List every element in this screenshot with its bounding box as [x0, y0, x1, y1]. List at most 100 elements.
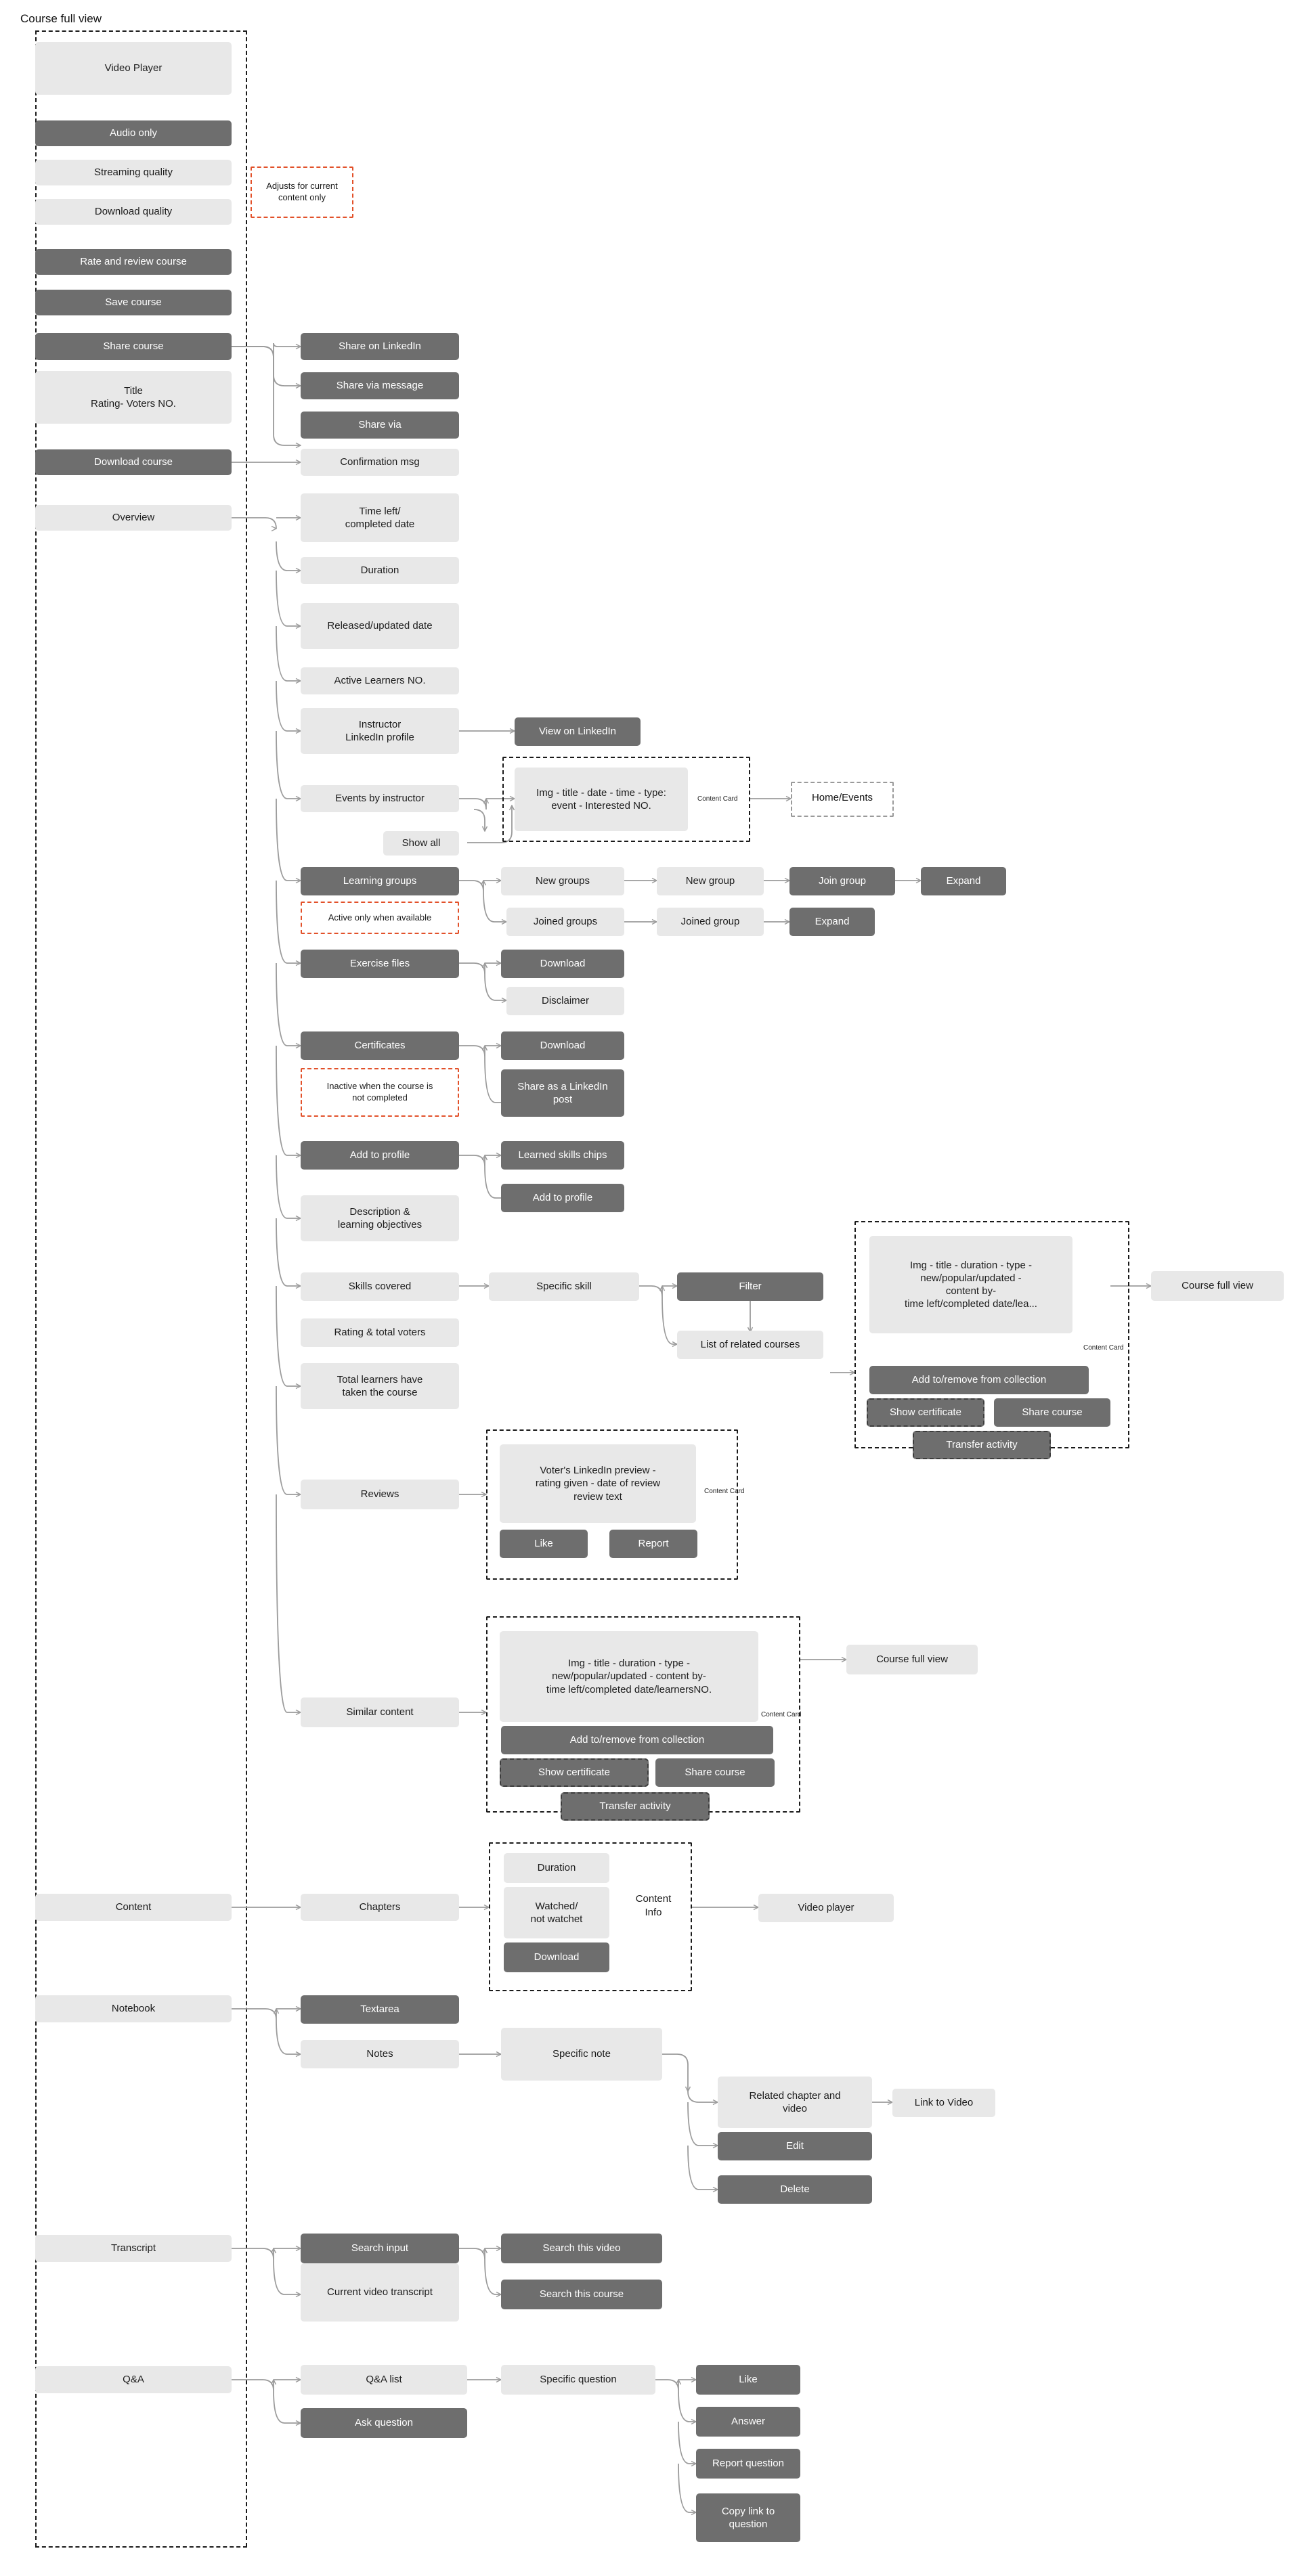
- note-adjusts-for-current-content: Adjusts for current content only: [251, 166, 353, 218]
- node-join-group[interactable]: Join group: [789, 867, 895, 895]
- node-new-groups[interactable]: New groups: [501, 867, 624, 895]
- node-active-learners-no: Active Learners NO.: [301, 667, 459, 694]
- similar-card-label: Content Card: [761, 1711, 802, 1718]
- node-textarea[interactable]: Textarea: [301, 1995, 459, 2024]
- node-add-remove-collection-b[interactable]: Add to/remove from collection: [501, 1726, 773, 1754]
- node-certificate-download[interactable]: Download: [501, 1031, 624, 1060]
- node-expand-joined-group[interactable]: Expand: [789, 908, 875, 936]
- node-download-quality[interactable]: Download quality: [35, 199, 232, 225]
- node-duration: Duration: [301, 557, 459, 584]
- node-rate-and-review-course[interactable]: Rate and review course: [35, 249, 232, 275]
- node-report-question[interactable]: Report question: [696, 2449, 800, 2479]
- page-title: Course full view: [20, 12, 102, 25]
- review-card-body: Voter's LinkedIn preview - rating given …: [500, 1444, 696, 1523]
- course-card-a-label: Content Card: [1083, 1344, 1124, 1352]
- node-qa-list[interactable]: Q&A list: [301, 2365, 467, 2395]
- node-audio-only[interactable]: Audio only: [35, 120, 232, 146]
- node-add-to-profile-action[interactable]: Add to profile: [501, 1184, 624, 1212]
- node-share-course-a[interactable]: Share course: [994, 1398, 1110, 1427]
- node-save-course[interactable]: Save course: [35, 290, 232, 315]
- node-question-like[interactable]: Like: [696, 2365, 800, 2395]
- node-show-all[interactable]: Show all: [383, 831, 459, 856]
- similar-card-body: Img - title - duration - type - new/popu…: [500, 1631, 758, 1722]
- node-confirmation-msg: Confirmation msg: [301, 449, 459, 476]
- node-learned-skills-chips[interactable]: Learned skills chips: [501, 1141, 624, 1170]
- node-description-learning-objectives: Description & learning objectives: [301, 1195, 459, 1241]
- node-reviews[interactable]: Reviews: [301, 1480, 459, 1509]
- node-new-group[interactable]: New group: [657, 867, 764, 895]
- node-similar-content[interactable]: Similar content: [301, 1697, 459, 1727]
- node-search-this-video[interactable]: Search this video: [501, 2234, 662, 2263]
- node-rating-total-voters: Rating & total voters: [301, 1318, 459, 1347]
- node-search-this-course[interactable]: Search this course: [501, 2280, 662, 2309]
- node-copy-link-to-question[interactable]: Copy link to question: [696, 2493, 800, 2542]
- node-current-video-transcript: Current video transcript: [301, 2263, 459, 2322]
- node-events-by-instructor[interactable]: Events by instructor: [301, 785, 459, 812]
- event-card-body: Img - title - date - time - type: event …: [515, 768, 688, 831]
- node-link-to-video[interactable]: Link to Video: [892, 2089, 995, 2117]
- node-specific-skill[interactable]: Specific skill: [489, 1272, 639, 1301]
- node-share-via-message[interactable]: Share via message: [301, 372, 459, 399]
- node-home-events[interactable]: Home/Events: [800, 792, 884, 803]
- node-note-edit[interactable]: Edit: [718, 2132, 872, 2160]
- node-review-report[interactable]: Report: [609, 1530, 697, 1558]
- node-instructor-linkedin-profile[interactable]: Instructor LinkedIn profile: [301, 708, 459, 754]
- node-specific-note[interactable]: Specific note: [501, 2028, 662, 2081]
- node-transcript[interactable]: Transcript: [35, 2235, 232, 2262]
- node-overview[interactable]: Overview: [35, 505, 232, 531]
- node-learning-groups[interactable]: Learning groups: [301, 867, 459, 895]
- node-download-course[interactable]: Download course: [35, 449, 232, 475]
- node-joined-group[interactable]: Joined group: [657, 908, 764, 936]
- content-card-label: Content Card: [697, 795, 738, 803]
- course-card-a-body: Img - title - duration - type - new/popu…: [869, 1236, 1072, 1333]
- note-active-only-when-available: Active only when available: [301, 902, 459, 934]
- node-time-left-completed-date: Time left/ completed date: [301, 493, 459, 542]
- node-released-updated-date: Released/updated date: [301, 603, 459, 649]
- node-share-on-linkedin[interactable]: Share on LinkedIn: [301, 333, 459, 360]
- node-share-via[interactable]: Share via: [301, 412, 459, 439]
- review-card-label: Content Card: [704, 1488, 745, 1495]
- node-chapter-download[interactable]: Download: [504, 1942, 609, 1972]
- node-qa[interactable]: Q&A: [35, 2366, 232, 2393]
- node-chapters[interactable]: Chapters: [301, 1894, 459, 1921]
- node-view-on-linkedin[interactable]: View on LinkedIn: [515, 717, 641, 746]
- node-notebook[interactable]: Notebook: [35, 1995, 232, 2022]
- node-transfer-activity-b[interactable]: Transfer activity: [561, 1792, 710, 1821]
- diagram-canvas: Course full view Video Player Audio only…: [0, 0, 1300, 2576]
- node-exercise-download[interactable]: Download: [501, 950, 624, 978]
- node-specific-question[interactable]: Specific question: [501, 2365, 655, 2395]
- node-add-remove-collection-a[interactable]: Add to/remove from collection: [869, 1366, 1089, 1394]
- node-share-as-linkedin-post[interactable]: Share as a LinkedIn post: [501, 1069, 624, 1117]
- node-video-player[interactable]: Video Player: [35, 42, 232, 95]
- node-course-full-view-a[interactable]: Course full view: [1151, 1271, 1284, 1301]
- node-watched-not-watched: Watched/ not watchet: [504, 1887, 609, 1938]
- node-add-to-profile[interactable]: Add to profile: [301, 1141, 459, 1170]
- node-share-course[interactable]: Share course: [35, 333, 232, 360]
- node-show-certificate-a[interactable]: Show certificate: [867, 1398, 984, 1427]
- node-show-certificate-b[interactable]: Show certificate: [500, 1758, 649, 1787]
- note-inactive-when-not-completed: Inactive when the course is not complete…: [301, 1068, 459, 1117]
- node-ask-question[interactable]: Ask question: [301, 2408, 467, 2438]
- node-course-full-view-b[interactable]: Course full view: [846, 1645, 978, 1674]
- node-joined-groups[interactable]: Joined groups: [506, 908, 624, 936]
- node-filter[interactable]: Filter: [677, 1272, 823, 1301]
- container-frame-bottom-edge: [35, 2546, 247, 2548]
- node-disclaimer: Disclaimer: [506, 987, 624, 1015]
- node-related-chapter-and-video[interactable]: Related chapter and video: [718, 2077, 872, 2128]
- node-video-player-target[interactable]: Video player: [758, 1894, 894, 1922]
- node-review-like[interactable]: Like: [500, 1530, 588, 1558]
- node-content[interactable]: Content: [35, 1894, 232, 1921]
- node-note-delete[interactable]: Delete: [718, 2175, 872, 2204]
- node-expand-new-group[interactable]: Expand: [921, 867, 1006, 895]
- node-question-answer[interactable]: Answer: [696, 2407, 800, 2437]
- node-list-of-related-courses[interactable]: List of related courses: [677, 1331, 823, 1359]
- node-transfer-activity-a[interactable]: Transfer activity: [913, 1431, 1051, 1459]
- container-frame-right-edge: [246, 30, 247, 2547]
- node-search-input[interactable]: Search input: [301, 2234, 459, 2263]
- node-skills-covered[interactable]: Skills covered: [301, 1272, 459, 1301]
- node-share-course-b[interactable]: Share course: [655, 1758, 775, 1787]
- node-certificates[interactable]: Certificates: [301, 1031, 459, 1060]
- node-streaming-quality[interactable]: Streaming quality: [35, 160, 232, 185]
- node-exercise-files[interactable]: Exercise files: [301, 950, 459, 978]
- node-notes[interactable]: Notes: [301, 2040, 459, 2068]
